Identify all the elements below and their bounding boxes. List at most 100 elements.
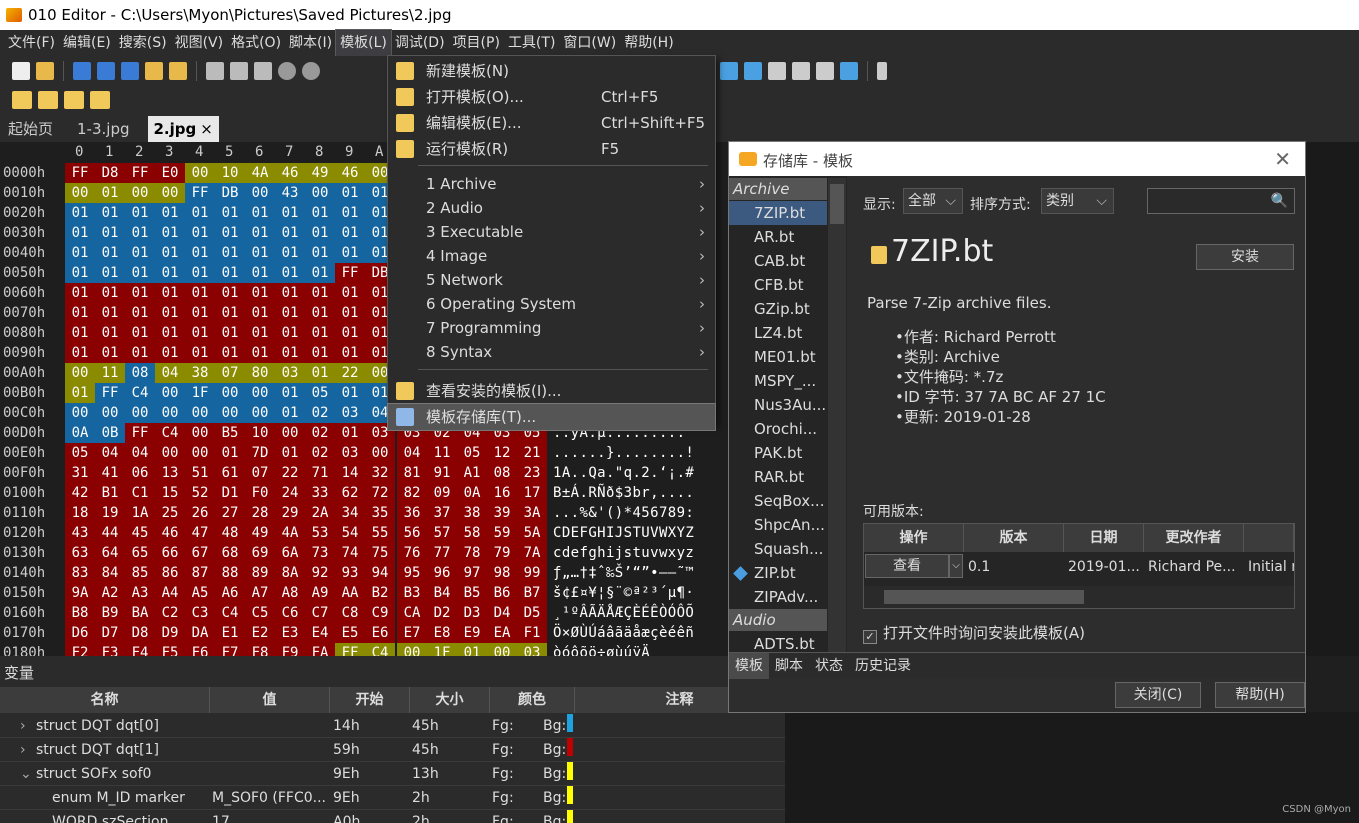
sort-select[interactable]: 类别 ⌵: [1041, 188, 1114, 214]
hex-byte[interactable]: 85: [125, 563, 155, 583]
hex-byte[interactable]: D8: [125, 623, 155, 643]
hex-byte[interactable]: 42: [65, 483, 95, 503]
hex-byte[interactable]: 22: [335, 363, 365, 383]
hex-byte[interactable]: 01: [457, 643, 487, 656]
hex-byte[interactable]: 7D: [245, 443, 275, 463]
hex-byte[interactable]: E3: [275, 623, 305, 643]
hex-byte[interactable]: E7: [397, 623, 427, 643]
variable-row[interactable]: WORD szSection 17 A0h 2h Fg: Bg:: [0, 810, 785, 823]
menu-item[interactable]: 视图(V): [171, 30, 228, 56]
hex-byte[interactable]: 01: [155, 323, 185, 343]
hex-byte[interactable]: 16: [487, 483, 517, 503]
hex-byte[interactable]: F5: [155, 643, 185, 656]
scrollbar-thumb[interactable]: [884, 590, 1084, 604]
hex-byte[interactable]: 69: [245, 543, 275, 563]
hex-row[interactable]: 0180h F2 F3 F4 F5 F6 F7 F8 F9 FA FF C4 00 1F 01 00 03 òóô…: [0, 643, 728, 656]
hex-byte[interactable]: B9: [95, 603, 125, 623]
hex-byte[interactable]: FF: [335, 263, 365, 283]
hex-byte[interactable]: 04: [95, 443, 125, 463]
hex-byte[interactable]: A2: [95, 583, 125, 603]
hex-byte[interactable]: 92: [305, 563, 335, 583]
hex-byte[interactable]: 01: [335, 223, 365, 243]
hex-byte[interactable]: F6: [185, 643, 215, 656]
hex-byte[interactable]: E1: [215, 623, 245, 643]
hex-byte[interactable]: FF: [125, 423, 155, 443]
hex-byte[interactable]: 01: [185, 203, 215, 223]
hex-byte[interactable]: 00: [185, 163, 215, 183]
close-icon[interactable]: ×: [200, 120, 213, 138]
hex-byte[interactable]: 46: [155, 523, 185, 543]
hex-byte[interactable]: 01: [305, 283, 335, 303]
hex-byte[interactable]: C3: [185, 603, 215, 623]
hex-byte[interactable]: 05: [305, 383, 335, 403]
template-list-item[interactable]: CFB.bt: [729, 273, 827, 297]
template-category[interactable]: 2 Audio ›: [388, 196, 715, 220]
hex-byte[interactable]: F4: [125, 643, 155, 656]
expand-icon[interactable]: ⌄: [20, 762, 32, 786]
hex-byte[interactable]: D5: [517, 603, 547, 623]
hex-byte[interactable]: 91: [427, 463, 457, 483]
hex-byte[interactable]: 00: [215, 403, 245, 423]
hex-byte[interactable]: 01: [335, 383, 365, 403]
hex-byte[interactable]: 46: [275, 163, 305, 183]
hex-byte[interactable]: 01: [275, 283, 305, 303]
hex-byte[interactable]: 00: [487, 643, 517, 656]
hex-byte[interactable]: 33: [305, 483, 335, 503]
hex-byte[interactable]: 44: [95, 523, 125, 543]
hex-byte[interactable]: 11: [427, 443, 457, 463]
hex-byte[interactable]: 01: [215, 263, 245, 283]
template-category[interactable]: 6 Operating System ›: [388, 292, 715, 316]
hex-byte[interactable]: 01: [65, 243, 95, 263]
hex-byte[interactable]: 54: [335, 523, 365, 543]
hex-byte[interactable]: A9: [305, 583, 335, 603]
hex-byte[interactable]: 65: [125, 543, 155, 563]
template-list-item[interactable]: LZ4.bt: [729, 321, 827, 345]
hex-byte[interactable]: 01: [245, 243, 275, 263]
base-convert-icon[interactable]: [840, 62, 858, 80]
hex-byte[interactable]: C8: [335, 603, 365, 623]
undo-icon[interactable]: [278, 62, 296, 80]
hex-byte[interactable]: 45: [125, 523, 155, 543]
hex-byte[interactable]: 02: [305, 423, 335, 443]
cut-icon[interactable]: [206, 62, 224, 80]
hex-byte[interactable]: 01: [215, 323, 245, 343]
hex-byte[interactable]: 00: [397, 643, 427, 656]
hex-byte[interactable]: E2: [245, 623, 275, 643]
hex-byte[interactable]: 01: [335, 203, 365, 223]
hex-byte[interactable]: 01: [95, 343, 125, 363]
hex-byte[interactable]: A8: [275, 583, 305, 603]
hex-byte[interactable]: 00: [95, 403, 125, 423]
hex-byte[interactable]: 01: [155, 243, 185, 263]
hex-byte[interactable]: E0: [155, 163, 185, 183]
template-category[interactable]: 8 Syntax ›: [388, 340, 715, 364]
template-list-item[interactable]: ZIP.bt: [729, 561, 827, 585]
close-icon[interactable]: ✕: [1274, 147, 1291, 171]
hex-byte[interactable]: 00: [275, 423, 305, 443]
hex-byte[interactable]: 74: [335, 543, 365, 563]
run-template-icon[interactable]: [90, 91, 110, 109]
hex-byte[interactable]: 01: [335, 423, 365, 443]
hex-byte[interactable]: 10: [245, 423, 275, 443]
hex-byte[interactable]: 28: [245, 503, 275, 523]
template-repository-item[interactable]: 模板存储库(T)...: [387, 403, 716, 431]
hex-row[interactable]: 0160h B8 B9 BA C2 C3 C4 C5 C6 C7 C8 C9 CA D2 D3 D4 D5 ¸¹º…: [0, 603, 728, 623]
menu-item[interactable]: 编辑(E): [59, 30, 115, 56]
hex-byte[interactable]: 01: [65, 283, 95, 303]
hex-byte[interactable]: 00: [155, 403, 185, 423]
edit-template-icon[interactable]: [64, 91, 84, 109]
hex-byte[interactable]: B5: [215, 423, 245, 443]
hex-byte[interactable]: CA: [397, 603, 427, 623]
hex-byte[interactable]: 00: [245, 183, 275, 203]
hex-byte[interactable]: 01: [65, 263, 95, 283]
hex-byte[interactable]: 38: [457, 503, 487, 523]
hex-byte[interactable]: FF: [95, 383, 125, 403]
hex-byte[interactable]: F0: [245, 483, 275, 503]
hex-byte[interactable]: 1F: [185, 383, 215, 403]
hex-byte[interactable]: C4: [155, 423, 185, 443]
hex-byte[interactable]: 56: [397, 523, 427, 543]
hex-byte[interactable]: 01: [125, 203, 155, 223]
hex-byte[interactable]: 78: [457, 543, 487, 563]
hex-byte[interactable]: 95: [397, 563, 427, 583]
hex-byte[interactable]: C4: [125, 383, 155, 403]
file-tab[interactable]: 2.jpg ×: [147, 116, 219, 142]
